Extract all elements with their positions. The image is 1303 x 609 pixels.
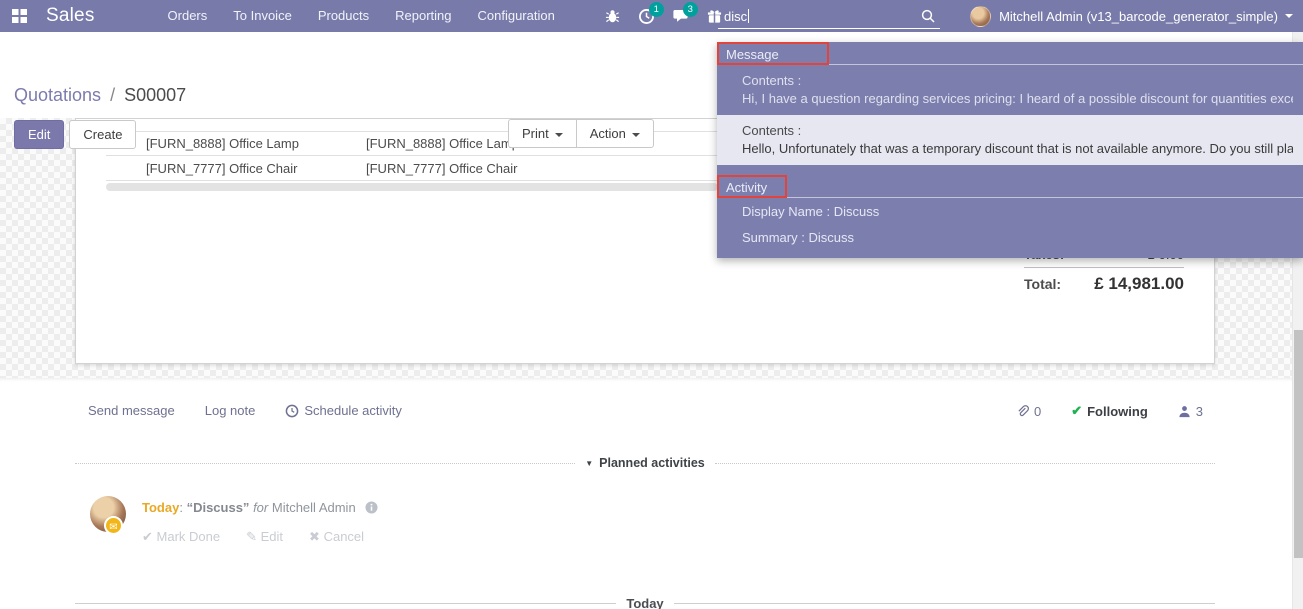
planned-activity-item: ✉ Today: “Discuss” for Mitchell Admin ✔ … <box>90 496 378 545</box>
totals-divider <box>1024 267 1184 268</box>
envelope-badge-icon: ✉ <box>104 516 123 535</box>
message-section-title: Message <box>717 42 829 65</box>
activity-due-date: Today <box>142 500 179 515</box>
menu-reporting[interactable]: Reporting <box>382 0 464 32</box>
activity-headline: Today: “Discuss” for Mitchell Admin <box>142 500 378 515</box>
apps-menu-icon[interactable] <box>0 0 38 32</box>
breadcrumb-quotations-link[interactable]: Quotations <box>14 85 101 105</box>
check-icon: ✔ <box>1071 403 1082 419</box>
attachments-button[interactable]: 0 <box>1015 404 1041 419</box>
debug-bug-icon[interactable] <box>596 0 630 32</box>
divider-line <box>75 463 575 464</box>
message-count-badge: 3 <box>683 2 698 17</box>
menu-orders[interactable]: Orders <box>155 0 221 32</box>
following-button[interactable]: ✔ Following <box>1071 403 1148 419</box>
result-text: Hello, Unfortunately that was a temporar… <box>742 141 1293 156</box>
today-date-divider: Today <box>75 596 1215 609</box>
create-button[interactable]: Create <box>69 120 136 149</box>
today-label: Today <box>626 596 663 609</box>
record-buttons: Edit Create <box>14 120 141 149</box>
caret-down-icon <box>555 133 563 137</box>
search-result-activity[interactable]: Display Name : Discuss <box>717 198 1303 224</box>
total-row: Total: £ 14,981.00 <box>1024 272 1184 296</box>
schedule-activity-button[interactable]: Schedule activity <box>285 403 402 418</box>
chatter-meta: 0 ✔ Following 3 <box>1015 403 1203 419</box>
cross-icon: ✖ <box>309 529 320 544</box>
edit-button[interactable]: Edit <box>14 120 64 149</box>
main-menu: Orders To Invoice Products Reporting Con… <box>155 0 568 32</box>
attachment-count: 0 <box>1034 404 1041 419</box>
search-icon <box>920 8 936 24</box>
user-menu[interactable]: Mitchell Admin (v13_barcode_generator_si… <box>970 0 1293 32</box>
result-field-label: Contents : <box>742 73 1293 88</box>
breadcrumb: Quotations / S00007 <box>14 85 186 106</box>
chevron-down-icon <box>1285 14 1293 18</box>
breadcrumb-separator: / <box>110 85 115 105</box>
activity-avatar-wrap: ✉ <box>90 496 126 532</box>
menu-products[interactable]: Products <box>305 0 382 32</box>
action-buttons: Print Action <box>508 119 654 148</box>
paperclip-icon <box>1015 404 1029 419</box>
search-results-dropdown: Message Contents : Hi, I have a question… <box>717 42 1303 258</box>
user-avatar <box>970 6 991 27</box>
menu-configuration[interactable]: Configuration <box>465 0 568 32</box>
activity-summary: “Discuss” <box>187 500 250 515</box>
activity-for-label: for <box>253 500 268 515</box>
search-result-message-selected[interactable]: Contents : Hello, Unfortunately that was… <box>717 115 1303 165</box>
person-icon <box>1178 405 1191 418</box>
chatter-actions: Send message Log note Schedule activity <box>88 403 402 418</box>
product-cell[interactable]: [FURN_8888] Office Lamp <box>106 136 366 151</box>
product-cell[interactable]: [FURN_7777] Office Chair <box>106 161 366 176</box>
follower-count: 3 <box>1196 404 1203 419</box>
clock-icon <box>285 404 299 418</box>
activity-section-title: Activity <box>717 175 787 198</box>
divider-line <box>75 603 616 604</box>
print-dropdown-button[interactable]: Print <box>508 119 576 148</box>
log-note-button[interactable]: Log note <box>205 403 256 418</box>
result-field-label: Contents : <box>742 123 1293 138</box>
result-text: Hi, I have a question regarding services… <box>742 91 1293 106</box>
divider-line <box>674 603 1215 604</box>
info-icon[interactable] <box>365 501 378 514</box>
pencil-icon: ✎ <box>246 529 257 544</box>
send-message-button[interactable]: Send message <box>88 403 175 418</box>
breadcrumb-current: S00007 <box>124 85 186 105</box>
activity-assignee: Mitchell Admin <box>272 500 356 515</box>
mark-done-button[interactable]: ✔ Mark Done <box>142 529 220 545</box>
caret-down-icon: ▼ <box>585 459 593 468</box>
followers-button[interactable]: 3 <box>1178 404 1203 419</box>
systray: 1 3 <box>596 0 732 32</box>
action-dropdown-button[interactable]: Action <box>576 119 654 148</box>
activities-clock-icon[interactable]: 1 <box>630 0 664 32</box>
planned-activities-divider[interactable]: ▼ Planned activities <box>75 456 1215 470</box>
total-value: £ 14,981.00 <box>1094 274 1184 294</box>
activity-count-badge: 1 <box>649 2 664 17</box>
messages-chat-icon[interactable]: 3 <box>664 0 698 32</box>
search-result-message[interactable]: Contents : Hi, I have a question regardi… <box>717 65 1303 115</box>
menu-to-invoice[interactable]: To Invoice <box>220 0 305 32</box>
user-name: Mitchell Admin (v13_barcode_generator_si… <box>999 9 1278 24</box>
search-query-text: disc <box>724 9 747 24</box>
cancel-activity-button[interactable]: ✖ Cancel <box>309 529 364 545</box>
activity-body: Today: “Discuss” for Mitchell Admin ✔ Ma… <box>142 496 378 545</box>
text-cursor <box>748 9 749 23</box>
divider-line <box>715 463 1215 464</box>
total-label: Total: <box>1024 276 1061 292</box>
planned-activities-label: ▼ Planned activities <box>585 456 705 470</box>
top-navbar: Sales Orders To Invoice Products Reporti… <box>0 0 1303 32</box>
activity-buttons: ✔ Mark Done ✎ Edit ✖ Cancel <box>142 529 378 545</box>
caret-down-icon <box>632 133 640 137</box>
edit-activity-button[interactable]: ✎ Edit <box>246 529 283 545</box>
chatter: Send message Log note Schedule activity … <box>0 378 1303 609</box>
vertical-scrollbar-thumb[interactable] <box>1294 330 1303 558</box>
check-icon: ✔ <box>142 529 153 544</box>
section-header-message: Message <box>717 42 1303 65</box>
section-header-activity: Activity <box>717 175 1303 198</box>
odoo-sales-screen: Sales Orders To Invoice Products Reporti… <box>0 0 1303 609</box>
global-search-input[interactable]: disc <box>718 4 940 29</box>
app-brand[interactable]: Sales <box>38 5 103 27</box>
table-horizontal-scrollbar[interactable] <box>106 183 718 191</box>
search-result-activity[interactable]: Summary : Discuss <box>717 224 1303 250</box>
